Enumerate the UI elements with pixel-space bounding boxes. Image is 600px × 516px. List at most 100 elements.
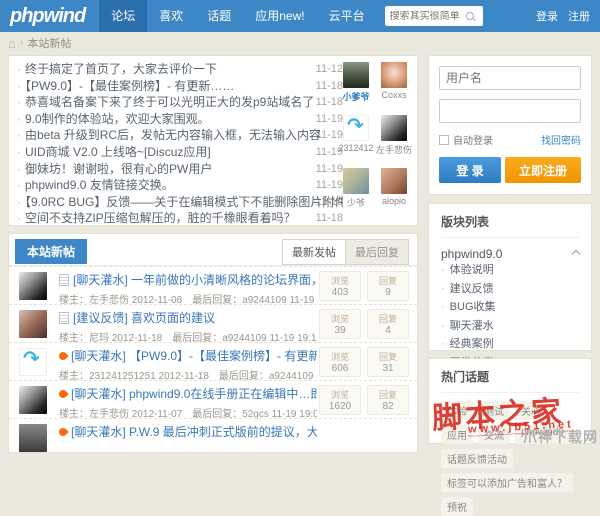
latest-post-row[interactable]: 11-19UID商城 V2.0 上线咯~[Discuz应用] (17, 144, 343, 161)
member-cell[interactable]: 少爷 (337, 168, 375, 221)
auto-login-checkbox[interactable] (439, 135, 449, 145)
search-input[interactable] (390, 11, 466, 22)
member-name[interactable]: 2312412 (337, 143, 375, 153)
avatar[interactable] (381, 168, 407, 194)
topic-tag[interactable]: phpwind9 (515, 425, 570, 444)
home-icon[interactable]: ⌂ (8, 36, 16, 51)
avatar[interactable] (381, 115, 407, 141)
forum-item[interactable]: BUG收集 (441, 298, 579, 317)
nav-tab-cloud[interactable]: 云平台 (317, 0, 377, 32)
thread-row[interactable]: [聊天灌水] 【PW9.0】-【最佳案例榜】- 有更新…… 楼主：2312412… (9, 342, 417, 380)
member-name[interactable]: 少爷 (337, 196, 375, 209)
topic-tag[interactable]: 话题反馈活动 (441, 449, 513, 468)
thread-row[interactable]: [聊天灌水] phpwind9.0在线手册正在编辑中…即将面世！ 楼主：左手悲伤… (9, 380, 417, 418)
latest-post-row[interactable]: 11-18恭喜域名备案下来了终于可以光明正大的发p9站域名了 (17, 94, 343, 111)
phpwind-logo[interactable]: phpwind (0, 5, 99, 28)
latest-posts-card: 11-12终于搞定了首页了，大家去评价一下 11-18【PW9.0】-【最佳案例… (8, 55, 418, 226)
avatar[interactable] (19, 386, 47, 414)
forum-item[interactable]: 建议反馈 (441, 280, 579, 299)
member-cell[interactable]: 左手悲伤 (375, 115, 413, 168)
hot-topics-tags: 体验 测试 关心 应用 交流 phpwind9 话题反馈活动 标签可以添加广告和… (441, 401, 579, 516)
nav-tab-topic[interactable]: 话题 (195, 0, 243, 32)
avatar[interactable] (19, 424, 47, 452)
topic-tag[interactable]: 测试 (478, 401, 510, 420)
post-title[interactable]: 9.0制作的体验站，欢迎大家围观。 (17, 112, 210, 126)
latest-post-row[interactable]: 11-12终于搞定了首页了，大家去评价一下 (17, 61, 343, 78)
topic-tag[interactable]: 体验 (441, 401, 473, 420)
post-title[interactable]: UID商城 V2.0 上线咯~[Discuz应用] (17, 145, 211, 159)
nav-tab-like[interactable]: 喜欢 (147, 0, 195, 32)
member-cell[interactable]: 2312412 (337, 115, 375, 168)
latest-post-row[interactable]: 11-19【9.0RC BUG】反馈——关于在编辑模式下不能删除图片附件的问题！… (17, 194, 343, 211)
thread-stats: 浏览606 回复31 (319, 347, 409, 377)
username-field[interactable] (439, 66, 581, 90)
nav-tab-apps[interactable]: 应用new! (243, 0, 316, 32)
member-cell[interactable]: 小爹爷 (337, 62, 375, 115)
breadcrumb-separator: › (20, 37, 24, 49)
member-cell[interactable]: aiopio (375, 168, 413, 221)
member-name[interactable]: 小爹爷 (337, 90, 375, 103)
post-title[interactable]: 御妹坊！谢谢啦，很有心的PW用户 (17, 162, 212, 176)
thread-row[interactable]: [建议反馈] 喜欢页面的建议 楼主：尼玛 2012-11-18 最后回复：a92… (9, 304, 417, 342)
post-title[interactable]: 【PW9.0】-【最佳案例榜】- 有更新…… (17, 79, 234, 93)
topic-tag[interactable]: 应用 (441, 425, 473, 444)
forum-item[interactable]: 体验说明 (441, 261, 579, 280)
thread-title[interactable]: [聊天灌水] 一年前做的小清晰风格的论坛界面，欢迎灌水~ (73, 271, 317, 288)
member-name[interactable]: 左手悲伤 (375, 143, 413, 156)
post-title[interactable]: 由beta 升级到RC后，发帖无内容输入框，无法输入内容 (17, 128, 321, 142)
tab-site-new-posts[interactable]: 本站新帖 (15, 239, 87, 264)
post-title[interactable]: 空间不支持ZIP压缩包解压的，脏的千橡眼看着吗？ (17, 211, 296, 225)
forum-item[interactable]: 经典案例 (441, 335, 579, 354)
latest-post-row[interactable]: 11-19phpwind9.0 友情链接交换。 (17, 177, 343, 194)
register-link[interactable]: 注册 (568, 8, 590, 24)
navbar-auth-links: 登录 注册 (536, 8, 600, 24)
topic-tag[interactable]: 关心 (515, 401, 547, 420)
thread-row[interactable]: [聊天灌水] 一年前做的小清晰风格的论坛界面，欢迎灌水~ 楼主：左手悲伤 201… (9, 266, 417, 304)
thread-main: [聊天灌水] phpwind9.0在线手册正在编辑中…即将面世！ 楼主：左手悲伤… (59, 385, 317, 420)
member-name[interactable]: aiopio (375, 196, 413, 206)
forum-group-label[interactable]: phpwind9.0 (441, 247, 502, 261)
forum-list-title: 版块列表 (441, 213, 579, 238)
member-cell[interactable]: Coxxs (375, 62, 413, 115)
thread-title[interactable]: [聊天灌水] P.W.9 最后冲刺正式版前的提议，大家没事就帮我顶起~！ (71, 423, 317, 440)
search-icon[interactable] (466, 12, 474, 20)
forgot-password-link[interactable]: 找回密码 (541, 132, 581, 147)
post-title[interactable]: 【9.0RC BUG】反馈——关于在编辑模式下不能删除图片附件的问题！！ (17, 195, 343, 209)
thread-title[interactable]: [聊天灌水] 【PW9.0】-【最佳案例榜】- 有更新…… (71, 347, 317, 364)
member-name[interactable]: Coxxs (375, 90, 413, 100)
latest-post-row[interactable]: 11-19御妹坊！谢谢啦，很有心的PW用户 (17, 161, 343, 178)
avatar[interactable] (19, 272, 47, 300)
register-button[interactable]: 立即注册 (505, 157, 581, 183)
search-box[interactable] (385, 6, 483, 26)
avatar[interactable] (343, 168, 369, 194)
thread-title[interactable]: [聊天灌水] phpwind9.0在线手册正在编辑中…即将面世！ (71, 385, 317, 402)
sort-lastreply-button[interactable]: 最后回复 (346, 239, 409, 265)
thread-title[interactable]: [建议反馈] 喜欢页面的建议 (73, 309, 215, 326)
latest-post-row[interactable]: 11-18【PW9.0】-【最佳案例榜】- 有更新…… (17, 78, 343, 95)
forum-item[interactable]: 聊天灌水 (441, 317, 579, 336)
thread-row[interactable]: [聊天灌水] P.W.9 最后冲刺正式版前的提议，大家没事就帮我顶起~！ (9, 418, 417, 456)
post-title[interactable]: 恭喜域名备案下来了终于可以光明正大的发p9站域名了 (17, 95, 314, 109)
avatar[interactable] (343, 62, 369, 88)
views-count: 606 (320, 363, 360, 374)
login-link[interactable]: 登录 (536, 8, 558, 24)
avatar[interactable] (381, 62, 407, 88)
login-button[interactable]: 登 录 (439, 157, 501, 183)
avatar[interactable] (19, 310, 47, 338)
avatar[interactable] (19, 348, 47, 376)
latest-post-row[interactable]: 11-18空间不支持ZIP压缩包解压的，脏的千橡眼看着吗？ (17, 210, 343, 227)
views-label: 浏览 (320, 388, 360, 401)
post-title[interactable]: phpwind9.0 友情链接交换。 (17, 178, 174, 192)
nav-tab-forum[interactable]: 论坛 (99, 0, 147, 32)
topic-tag[interactable]: 标签可以添加广告和富人？ (441, 473, 573, 492)
forum-group-phpwind9[interactable]: phpwind9.0 (441, 247, 579, 261)
topic-tag[interactable]: 预祝 (441, 497, 473, 516)
sort-newest-button[interactable]: 最新发帖 (282, 239, 346, 265)
collapse-chevron-icon[interactable] (572, 250, 580, 258)
latest-post-row[interactable]: 11-199.0制作的体验站，欢迎大家围观。 (17, 111, 343, 128)
avatar[interactable] (343, 115, 369, 141)
password-field[interactable] (439, 99, 581, 123)
post-title[interactable]: 终于搞定了首页了，大家去评价一下 (17, 62, 217, 76)
topic-tag[interactable]: 交流 (478, 425, 510, 444)
latest-post-row[interactable]: 11-19由beta 升级到RC后，发帖无内容输入框，无法输入内容 (17, 127, 343, 144)
